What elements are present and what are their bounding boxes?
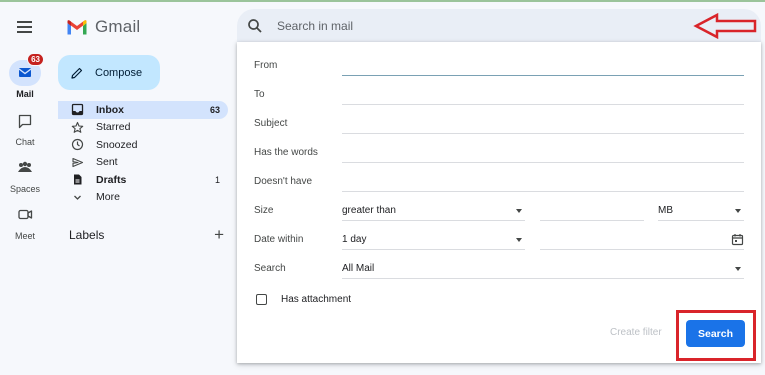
- has-words-row: Has the words: [254, 143, 744, 163]
- nav-label-more: More: [96, 191, 120, 204]
- annotation-highlight-box: [676, 310, 756, 361]
- from-field-wrap: [342, 56, 744, 76]
- search-in-row: Search All Mail: [254, 259, 744, 279]
- clock-icon: [70, 138, 84, 152]
- nav-item-more[interactable]: More: [58, 189, 228, 207]
- rail-item-mail[interactable]: 63 Mail: [0, 53, 50, 99]
- size-unit-caret-icon: [735, 209, 741, 213]
- star-icon: [70, 120, 84, 134]
- hamburger-icon: [17, 21, 32, 23]
- search-icon[interactable]: [247, 18, 263, 34]
- date-within-value: 1 day: [342, 234, 367, 245]
- search-in-select[interactable]: All Mail: [342, 259, 744, 279]
- calendar-icon[interactable]: [731, 233, 744, 246]
- size-label: Size: [254, 205, 274, 216]
- annotation-arrow-icon: [693, 12, 757, 40]
- search-input[interactable]: [277, 19, 577, 33]
- inbox-count: 63: [209, 104, 220, 115]
- has-words-field-wrap: [342, 143, 744, 163]
- chat-icon: [9, 108, 41, 134]
- app-rail: 63 Mail Chat Spaces Meet: [0, 2, 50, 375]
- rail-item-meet[interactable]: Meet: [0, 202, 50, 241]
- mail-icon: 63: [9, 53, 44, 86]
- search-in-value: All Mail: [342, 263, 375, 274]
- has-attachment-label: Has attachment: [281, 294, 352, 305]
- nav-item-inbox[interactable]: Inbox 63: [58, 101, 228, 119]
- size-unit-value: MB: [658, 205, 673, 216]
- spaces-icon: [9, 155, 41, 181]
- doesnt-have-row: Doesn't have: [254, 172, 744, 192]
- from-label: From: [254, 60, 278, 71]
- has-attachment-checkbox[interactable]: [256, 294, 267, 305]
- from-row: From: [254, 56, 744, 76]
- search-in-caret-icon: [735, 267, 741, 271]
- labels-header: Labels +: [69, 226, 224, 243]
- date-field[interactable]: [540, 230, 744, 250]
- send-icon: [70, 155, 84, 169]
- doesnt-have-field-wrap: [342, 172, 744, 192]
- create-filter-button[interactable]: Create filter: [610, 327, 662, 338]
- nav-label-inbox: Inbox: [96, 103, 124, 116]
- nav-label-snoozed: Snoozed: [96, 138, 138, 151]
- from-field[interactable]: [342, 56, 744, 75]
- nav-item-drafts[interactable]: Drafts 1: [58, 171, 228, 189]
- inbox-icon: [70, 103, 84, 117]
- has-words-field[interactable]: [342, 143, 744, 162]
- to-field[interactable]: [342, 85, 744, 104]
- nav-label-starred: Starred: [96, 121, 131, 134]
- gmail-logo[interactable]: Gmail: [66, 16, 140, 38]
- rail-label-spaces: Spaces: [9, 184, 41, 194]
- to-row: To: [254, 85, 744, 105]
- size-operator-select[interactable]: greater than: [342, 201, 525, 221]
- gmail-m-icon: [67, 19, 87, 34]
- labels-title: Labels: [69, 228, 105, 242]
- doesnt-have-field[interactable]: [342, 172, 744, 191]
- rail-label-chat: Chat: [15, 137, 35, 147]
- rail-label-meet: Meet: [14, 231, 35, 241]
- to-field-wrap: [342, 85, 744, 105]
- search-in-label: Search: [254, 263, 286, 274]
- date-within-label: Date within: [254, 234, 304, 245]
- drafts-count: 1: [214, 174, 220, 185]
- date-within-caret-icon: [516, 238, 522, 242]
- add-label-icon[interactable]: +: [214, 226, 224, 243]
- mail-unread-badge: 63: [27, 53, 44, 66]
- doesnt-have-label: Doesn't have: [254, 176, 313, 187]
- search-bar: [237, 9, 761, 43]
- rail-item-chat[interactable]: Chat: [0, 108, 50, 147]
- nav-item-sent[interactable]: Sent: [58, 154, 228, 172]
- subject-field-wrap: [342, 114, 744, 134]
- date-within-row: Date within 1 day: [254, 230, 744, 250]
- size-unit-select[interactable]: MB: [658, 201, 744, 221]
- nav-item-starred[interactable]: Starred: [58, 119, 228, 137]
- rail-label-mail: Mail: [16, 89, 34, 99]
- size-operator-caret-icon: [516, 209, 522, 213]
- subject-label: Subject: [254, 118, 288, 129]
- nav-label-drafts: Drafts: [96, 173, 127, 186]
- rail-item-spaces[interactable]: Spaces: [0, 155, 50, 194]
- brand-name: Gmail: [95, 17, 141, 36]
- has-words-label: Has the words: [254, 147, 318, 158]
- date-within-select[interactable]: 1 day: [342, 230, 525, 250]
- size-value-field[interactable]: [540, 201, 644, 221]
- main-menu-button[interactable]: [13, 17, 37, 37]
- meet-icon: [9, 202, 41, 228]
- compose-button[interactable]: Compose: [58, 55, 160, 90]
- size-operator-value: greater than: [342, 205, 396, 216]
- nav-item-snoozed[interactable]: Snoozed: [58, 136, 228, 154]
- mailbox-nav: Inbox 63 Starred Snoozed Sent Drafts 1 M…: [58, 101, 228, 206]
- subject-field[interactable]: [342, 114, 744, 133]
- size-row: Size greater than MB: [254, 201, 744, 221]
- window-top-border: [0, 0, 765, 2]
- chevron-down-icon: [70, 190, 84, 204]
- pencil-icon: [71, 67, 83, 79]
- nav-label-sent: Sent: [96, 156, 118, 169]
- hamburger-icon-bar: [17, 26, 32, 28]
- draft-icon: [70, 173, 84, 187]
- to-label: To: [254, 89, 265, 100]
- hamburger-icon-bar: [17, 31, 32, 33]
- compose-label: Compose: [95, 66, 143, 79]
- subject-row: Subject: [254, 114, 744, 134]
